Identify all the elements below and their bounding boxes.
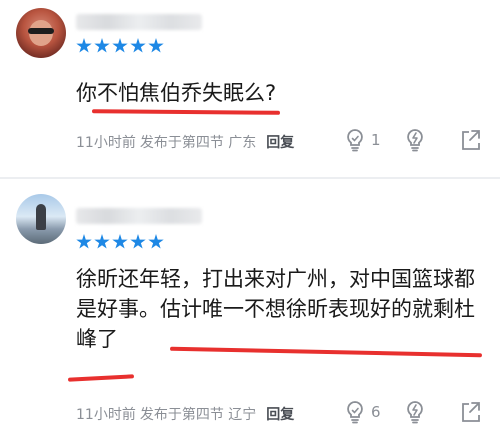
reply-button[interactable]: 回复 [266, 404, 294, 424]
reply-button[interactable]: 回复 [266, 132, 294, 152]
like-count: 1 [371, 131, 381, 149]
red-underline-annotation [67, 374, 135, 382]
star-icon [130, 38, 146, 53]
comment-text-line: 是好事。估计唯一不想徐昕表现好的就剩杜 [76, 297, 475, 321]
star-icon [148, 234, 164, 249]
share-arrow-icon [462, 130, 480, 150]
red-underline-annotation [91, 109, 281, 115]
username-redacted [76, 208, 202, 224]
star-icon [76, 234, 92, 249]
comment-text: 徐昕还年轻，打出来对广州，对中国篮球都 是好事。估计唯一不想徐昕表现好的就剩杜 … [76, 264, 486, 354]
comment-item: 你不怕焦伯乔失眠么? 11小时前 发布于 第四节 广东 回复 1 [0, 0, 500, 178]
username-redacted [76, 14, 202, 30]
share-button[interactable] [460, 128, 482, 152]
star-icon [94, 38, 110, 53]
comment-meta: 11小时前 发布于 第四节 广东 回复 [76, 132, 294, 152]
comment-actions: 6 [344, 400, 494, 424]
like-count: 6 [371, 403, 381, 421]
comment-actions: 1 [344, 128, 494, 152]
comment-text-line: 徐昕还年轻，打出来对广州，对中国篮球都 [76, 267, 475, 291]
thumbs-up-bulb-icon [347, 401, 363, 424]
thumbs-down-bulb-icon [407, 129, 423, 152]
star-icon [112, 38, 128, 53]
timestamp: 11小时前 [76, 407, 136, 423]
thumbs-down-bulb-icon [407, 401, 423, 424]
dislike-button[interactable] [404, 128, 460, 152]
comment-text-line: 你不怕焦伯乔失眠么? [76, 81, 277, 105]
like-button[interactable]: 1 [344, 128, 404, 152]
star-icon [112, 234, 128, 249]
dislike-button[interactable] [404, 400, 460, 424]
star-icon [94, 234, 110, 249]
rating-stars [76, 234, 164, 250]
comment-item: 徐昕还年轻，打出来对广州，对中国篮球都 是好事。估计唯一不想徐昕表现好的就剩杜 … [0, 178, 500, 440]
avatar-figure [36, 204, 46, 230]
comment-text: 你不怕焦伯乔失眠么? [76, 78, 496, 108]
publish-location: 第四节 辽宁 [181, 407, 257, 423]
publish-location: 第四节 广东 [181, 135, 257, 151]
share-button[interactable] [460, 400, 482, 424]
publish-prefix: 发布于 [139, 407, 182, 423]
avatar[interactable] [16, 8, 66, 58]
star-icon [148, 38, 164, 53]
rating-stars [76, 38, 164, 54]
star-icon [76, 38, 92, 53]
like-button[interactable]: 6 [344, 400, 404, 424]
share-arrow-icon [462, 402, 480, 422]
avatar-sunglasses [28, 28, 54, 34]
publish-prefix: 发布于 [139, 135, 182, 151]
avatar[interactable] [16, 194, 66, 244]
star-icon [130, 234, 146, 249]
thumbs-up-bulb-icon [347, 129, 363, 152]
timestamp: 11小时前 [76, 135, 136, 151]
comment-meta: 11小时前 发布于 第四节 辽宁 回复 [76, 404, 294, 424]
